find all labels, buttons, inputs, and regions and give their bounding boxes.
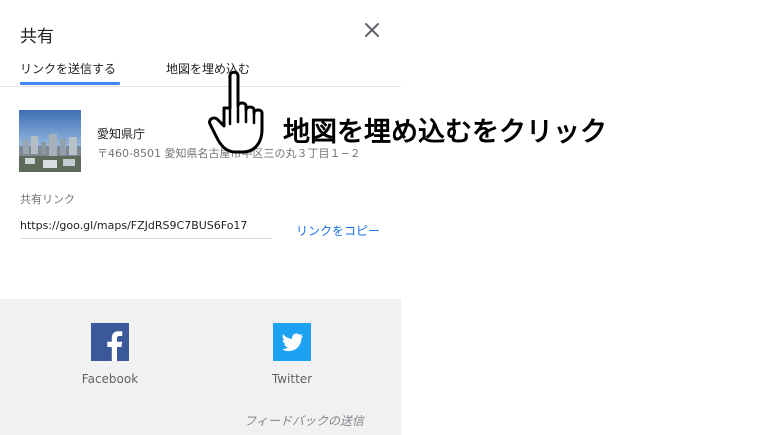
tab-send-link[interactable]: リンクを送信する	[20, 60, 116, 77]
facebook-icon[interactable]	[91, 323, 129, 361]
share-link-label: 共有リンク	[20, 193, 75, 206]
send-feedback-link[interactable]: フィードバックの送信	[244, 412, 364, 429]
facebook-label[interactable]: Facebook	[0, 372, 220, 386]
dialog-title: 共有	[20, 27, 54, 47]
social-share-panel: Facebook Twitter フィードバックの送信	[0, 299, 401, 435]
copy-link-button[interactable]: リンクをコピー	[296, 222, 380, 239]
share-dialog: 共有 リンクを送信する 地図を埋め込む 愛知県庁 〒460-8501 愛知県名古…	[0, 0, 401, 435]
instruction-caption: 地図を埋め込むをクリック	[283, 117, 607, 148]
active-tab-indicator	[20, 82, 120, 85]
place-thumbnail	[19, 110, 81, 172]
twitter-icon[interactable]	[273, 323, 311, 361]
tab-divider	[0, 86, 401, 87]
input-underline	[20, 238, 272, 239]
place-name: 愛知県庁	[97, 127, 146, 141]
close-icon[interactable]	[360, 18, 384, 42]
hand-pointer-icon	[205, 68, 285, 158]
share-link-input[interactable]	[20, 219, 270, 232]
twitter-label[interactable]: Twitter	[192, 372, 392, 386]
